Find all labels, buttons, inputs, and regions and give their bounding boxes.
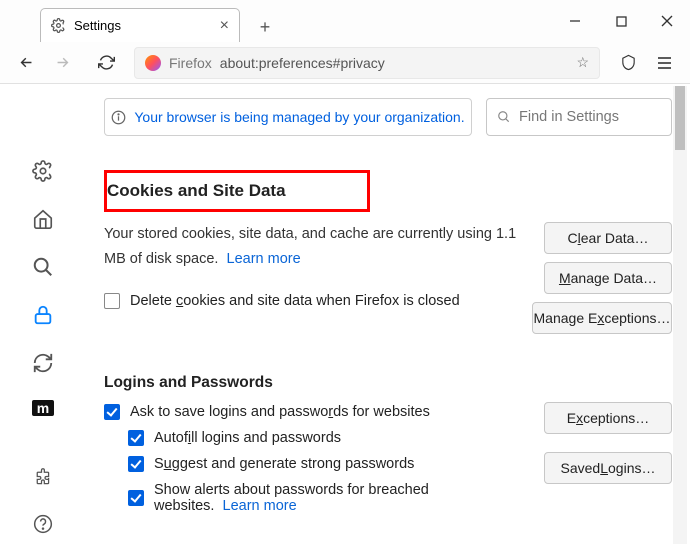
logins-heading: Logins and Passwords xyxy=(104,374,526,392)
delete-cookies-checkbox[interactable] xyxy=(104,293,120,309)
sidebar-general-icon[interactable] xyxy=(31,160,55,182)
scrollbar-thumb[interactable] xyxy=(675,86,685,150)
cookies-heading-highlight: Cookies and Site Data xyxy=(104,170,370,212)
search-placeholder: Find in Settings xyxy=(519,109,619,125)
back-button[interactable] xyxy=(10,47,42,79)
ask-save-checkbox-row[interactable]: Ask to save logins and passwords for web… xyxy=(104,404,526,420)
breach-learn-more-link[interactable]: Learn more xyxy=(223,498,297,514)
tab-title: Settings xyxy=(74,18,121,33)
cookies-learn-more-link[interactable]: Learn more xyxy=(227,251,301,267)
managed-notice-text: Your browser is being managed by your or… xyxy=(134,109,464,125)
sidebar-sync-icon[interactable] xyxy=(31,352,55,374)
manage-data-button[interactable]: Manage Data… xyxy=(544,262,672,294)
close-window-button[interactable] xyxy=(644,0,690,42)
sidebar-extensions-icon[interactable] xyxy=(31,468,55,488)
suggest-label: Suggest and generate strong passwords xyxy=(154,456,414,472)
url-bar[interactable]: Firefox about:preferences#privacy ☆ xyxy=(134,47,600,79)
sidebar-more-icon[interactable]: m xyxy=(32,400,54,416)
sidebar-search-icon[interactable] xyxy=(31,256,55,278)
gear-icon xyxy=(51,18,66,33)
managed-notice[interactable]: Your browser is being managed by your or… xyxy=(104,98,472,136)
title-bar: Settings × + xyxy=(0,0,690,42)
firefox-icon xyxy=(145,55,161,71)
new-tab-button[interactable]: + xyxy=(250,12,280,42)
cookies-description: Your stored cookies, site data, and cach… xyxy=(104,222,526,271)
settings-sidebar: m xyxy=(0,84,86,548)
reload-button[interactable] xyxy=(90,47,122,79)
cookies-desc-text: Your stored cookies, site data, and cach… xyxy=(104,226,516,267)
search-icon xyxy=(497,110,511,124)
autofill-label: Autofill logins and passwords xyxy=(154,430,341,446)
maximize-button[interactable] xyxy=(598,0,644,42)
saved-logins-button[interactable]: Saved Logins… xyxy=(544,452,672,484)
navigation-toolbar: Firefox about:preferences#privacy ☆ xyxy=(0,42,690,84)
delete-cookies-label: Delete cookies and site data when Firefo… xyxy=(130,293,460,309)
manage-exceptions-button[interactable]: Manage Exceptions… xyxy=(532,302,672,334)
settings-search-input[interactable]: Find in Settings xyxy=(486,98,672,136)
minimize-button[interactable] xyxy=(552,0,598,42)
breach-label: Show alerts about passwords for breached… xyxy=(154,482,526,514)
sidebar-privacy-icon[interactable] xyxy=(31,304,55,326)
content-area: m Your browser is being managed by your … xyxy=(0,84,690,548)
breach-checkbox-row[interactable]: Show alerts about passwords for breached… xyxy=(128,482,526,514)
sidebar-home-icon[interactable] xyxy=(31,208,55,230)
url-brand: Firefox xyxy=(169,55,212,71)
delete-cookies-checkbox-row[interactable]: Delete cookies and site data when Firefo… xyxy=(104,293,526,309)
cookies-heading: Cookies and Site Data xyxy=(107,181,367,201)
suggest-checkbox-row[interactable]: Suggest and generate strong passwords xyxy=(128,456,526,472)
settings-main: Your browser is being managed by your or… xyxy=(86,84,690,548)
app-menu-button[interactable] xyxy=(648,47,680,79)
browser-tab[interactable]: Settings × xyxy=(40,8,240,42)
logins-exceptions-button[interactable]: Exceptions… xyxy=(544,402,672,434)
ask-save-checkbox[interactable] xyxy=(104,404,120,420)
vertical-scrollbar[interactable] xyxy=(673,86,687,544)
info-icon xyxy=(111,110,126,125)
url-text: about:preferences#privacy xyxy=(220,55,385,71)
autofill-checkbox-row[interactable]: Autofill logins and passwords xyxy=(128,430,526,446)
ask-save-label: Ask to save logins and passwords for web… xyxy=(130,404,430,420)
bookmark-star-icon[interactable]: ☆ xyxy=(576,54,589,71)
window-controls xyxy=(552,0,690,42)
forward-button[interactable] xyxy=(46,47,78,79)
pocket-button[interactable] xyxy=(612,47,644,79)
sidebar-help-icon[interactable] xyxy=(31,514,55,534)
breach-checkbox[interactable] xyxy=(128,490,144,506)
autofill-checkbox[interactable] xyxy=(128,430,144,446)
suggest-checkbox[interactable] xyxy=(128,456,144,472)
tab-close-button[interactable]: × xyxy=(220,17,229,35)
clear-data-button[interactable]: Clear Data… xyxy=(544,222,672,254)
